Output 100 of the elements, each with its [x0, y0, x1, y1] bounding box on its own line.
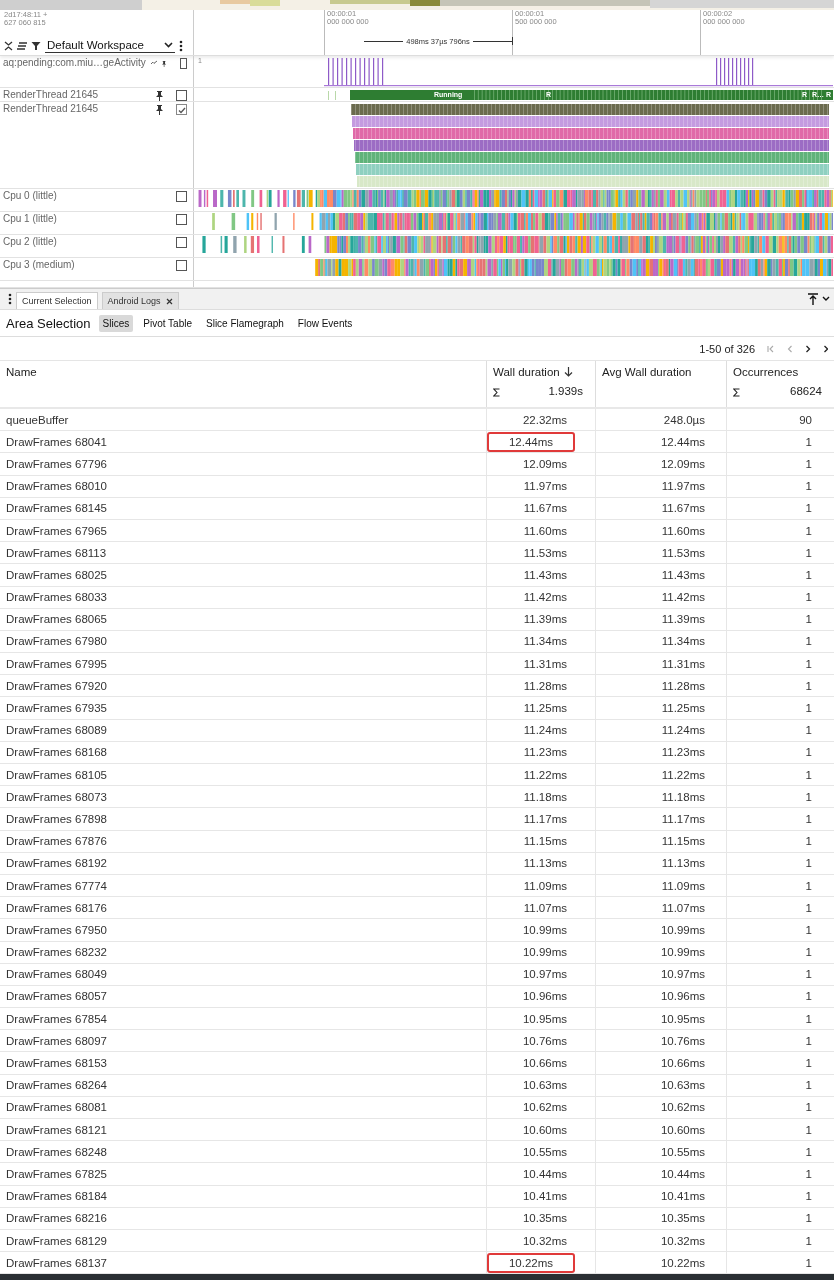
table-cell-text: 11.67ms: [522, 501, 568, 517]
table-cell-text: 10.55ms: [521, 1144, 568, 1160]
table-cell: DrawFrames 68145: [0, 497, 487, 519]
table-cell: DrawFrames 68153: [0, 1052, 487, 1074]
table-cell: 11.23ms: [596, 741, 727, 763]
table-cell: DrawFrames 68025: [0, 564, 487, 586]
line-chart-icon[interactable]: [150, 59, 158, 66]
checkbox[interactable]: [176, 237, 187, 248]
table-cell: DrawFrames 67854: [0, 1008, 487, 1030]
table-cell: 11.07ms: [596, 897, 727, 919]
table-cell-text: 10.62ms: [521, 1100, 568, 1116]
table-cell-text: 11.23ms: [522, 745, 568, 761]
table-cell-text: 1: [804, 701, 813, 717]
table-cell: 11.15ms: [596, 830, 727, 852]
checkbox[interactable]: [176, 214, 187, 225]
table-cell: DrawFrames 68033: [0, 586, 487, 608]
collapse-icon[interactable]: [4, 41, 13, 51]
table-cell: DrawFrames 67995: [0, 653, 487, 675]
table-cell: 10.55ms: [596, 1141, 727, 1163]
track-name: Cpu 0 (little): [3, 190, 58, 201]
table-cell-text: 10.95ms: [521, 1011, 568, 1027]
column-header[interactable]: Occurrences 68624: [727, 361, 834, 407]
table-cell: queueBuffer: [0, 409, 487, 431]
next-page-icon[interactable]: [805, 344, 811, 353]
table-cell: 11.39ms: [596, 608, 727, 630]
table-cell-text: 10.99ms: [521, 945, 568, 961]
table-cell: DrawFrames 68121: [0, 1119, 487, 1141]
chevron-down-icon[interactable]: [164, 42, 173, 48]
sigma-icon: [733, 388, 740, 397]
table-cell-text: 10.97ms: [521, 967, 568, 983]
table-cell-text: 10.63ms: [521, 1078, 568, 1094]
panel-tab[interactable]: Android Logs: [101, 292, 179, 309]
table-cell: DrawFrames 67796: [0, 453, 487, 475]
checkbox[interactable]: [176, 104, 187, 115]
checkbox[interactable]: [179, 58, 187, 69]
close-icon[interactable]: [165, 297, 173, 305]
view-tab[interactable]: Slice Flamegraph: [202, 314, 288, 332]
panel-tab[interactable]: Current Selection: [16, 292, 98, 309]
table-cell: 10.22ms: [596, 1252, 727, 1274]
table-cell-text: 1: [804, 501, 813, 517]
table-cell-text: 1: [804, 1078, 813, 1094]
table-cell: DrawFrames 68073: [0, 786, 487, 808]
table-cell-text: 10.66ms: [521, 1056, 568, 1072]
track-name: Cpu 3 (medium): [3, 259, 76, 270]
view-tab[interactable]: Slices: [98, 314, 134, 332]
table-cell: 11.13ms: [596, 852, 727, 874]
table-cell-text: 10.76ms: [521, 1033, 568, 1049]
table-cell-text: 1: [804, 989, 813, 1005]
lines-icon[interactable]: [17, 42, 27, 50]
table-cell-text: 1: [804, 1122, 813, 1138]
table-cell-text: 1: [804, 745, 813, 761]
table-cell: 11.67ms: [596, 497, 727, 519]
table-cell: 11.17ms: [596, 808, 727, 830]
filter-icon[interactable]: [31, 41, 41, 51]
table-cell-text: 1: [804, 1144, 813, 1160]
table-cell: DrawFrames 68168: [0, 741, 487, 763]
table-cell: 11.97ms: [596, 475, 727, 497]
table-cell: DrawFrames 67774: [0, 874, 487, 897]
chevron-down-icon[interactable]: [822, 296, 830, 302]
table-cell: 11.18ms: [596, 786, 727, 808]
table-cell: 10.95ms: [596, 1008, 727, 1030]
more-icon[interactable]: [8, 293, 12, 305]
table-cell: DrawFrames 68105: [0, 764, 487, 786]
last-page-icon[interactable]: [823, 344, 828, 353]
table-cell-text: 11.24ms: [522, 723, 568, 739]
view-tab[interactable]: Pivot Table: [139, 314, 196, 332]
table-cell: DrawFrames 68010: [0, 475, 487, 497]
table-cell: DrawFrames 67876: [0, 830, 487, 852]
table-cell: 10.32ms: [596, 1229, 727, 1252]
pin-icon[interactable]: [156, 105, 163, 115]
table-cell: DrawFrames 67980: [0, 630, 487, 653]
table-cell: 11.22ms: [596, 764, 727, 786]
column-header[interactable]: Name: [0, 361, 487, 407]
table-cell-text: 1: [804, 1255, 813, 1271]
table-cell: 10.99ms: [596, 941, 727, 963]
column-header[interactable]: Wall duration 1.939s: [487, 361, 596, 407]
table-cell: 11.53ms: [596, 542, 727, 564]
column-header[interactable]: Avg Wall duration: [596, 361, 727, 407]
table-cell-text: 1: [804, 922, 813, 938]
panel-title: Area Selection: [6, 315, 91, 331]
checkbox[interactable]: [176, 90, 187, 101]
checkbox[interactable]: [176, 260, 187, 271]
table-cell: DrawFrames 67825: [0, 1163, 487, 1185]
table-cell-text: 1: [804, 1033, 813, 1049]
table-cell: 11.28ms: [596, 675, 727, 697]
workspace-dropdown[interactable]: Default Workspace: [45, 39, 175, 53]
more-icon[interactable]: [179, 40, 183, 52]
view-tab[interactable]: Flow Events: [293, 314, 357, 332]
table-cell: DrawFrames 68081: [0, 1096, 487, 1118]
table-cell: 11.25ms: [596, 697, 727, 719]
table-cell-text: 11.34ms: [522, 634, 568, 650]
table-cell-text: 11.97ms: [522, 479, 568, 495]
checkbox[interactable]: [176, 191, 187, 202]
table-cell-text: 11.42ms: [522, 590, 568, 606]
pin-icon[interactable]: [156, 91, 163, 101]
table-cell: DrawFrames 68065: [0, 608, 487, 630]
pin-to-top-icon[interactable]: [808, 293, 818, 305]
table-cell-text: 11.60ms: [522, 523, 568, 539]
track-name: RenderThread 21645: [3, 103, 100, 114]
table-cell: 11.24ms: [596, 719, 727, 741]
